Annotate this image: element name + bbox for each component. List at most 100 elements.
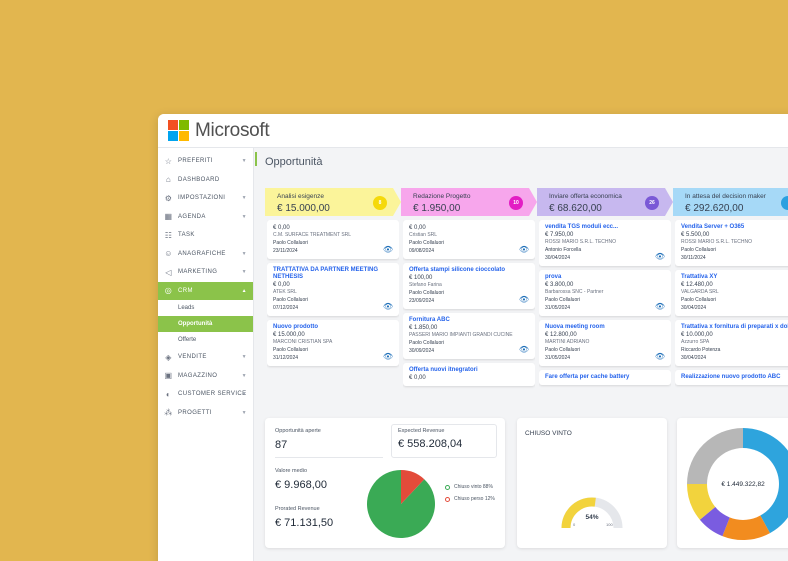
pipeline-stage[interactable]: Redazione Progetto € 1.950,00 10 — [401, 188, 529, 216]
sidebar-item-customer-service[interactable]: ◐ CUSTOMER SERVICE ▼ — [158, 385, 253, 404]
opportunity-card[interactable]: Offerta stampi silicone cioccolato € 100,… — [403, 263, 535, 309]
card-company[interactable]: Barbarossa SNC - Partner — [545, 289, 665, 296]
stage-count-badge — [781, 196, 788, 210]
pipeline-stage[interactable]: In attesa del decision maker € 292.620,00 — [673, 188, 788, 216]
card-title[interactable]: Offerta nuovi itnegratori — [409, 367, 529, 374]
chevron-down-icon: ▼ — [241, 372, 247, 379]
opportunity-card[interactable]: Trattativa XY € 12.480,00 VALGARDA SRL Paol… — [675, 270, 788, 316]
stage-column: € 0,00 C.M. SURFACE TREATMENT SRL Paolo Co… — [267, 220, 399, 440]
prorated-revenue-value: € 71.131,50 — [275, 517, 334, 529]
eye-icon[interactable]: 👁 — [383, 352, 393, 361]
card-company[interactable]: ATEK SRL — [273, 289, 393, 296]
eye-icon[interactable]: 👁 — [655, 302, 665, 311]
opportunity-card[interactable]: Realizzazione nuovo prodotto ABC — [675, 370, 788, 385]
opportunity-card[interactable]: € 0,00 C.M. SURFACE TREATMENT SRL Paolo Co… — [267, 220, 399, 259]
card-company[interactable]: Azzurro SPA — [681, 339, 788, 346]
card-company[interactable]: Cristian SRL — [409, 232, 529, 239]
sidebar-item-progetti[interactable]: ⁂ PROGETTI ▼ — [158, 404, 253, 423]
sidebar-item-anagrafiche[interactable]: ☺ ANAGRAFICHE ▼ — [158, 245, 253, 264]
sidebar-item-crm[interactable]: ◎ CRM ▲ — [158, 281, 253, 300]
eye-icon[interactable]: 👁 — [519, 345, 529, 354]
sidebar-subitem[interactable]: Offerte — [158, 332, 253, 348]
card-owner: Paolo Collaluori — [681, 247, 717, 253]
card-title[interactable]: Fornitura ABC — [409, 317, 529, 324]
eye-icon[interactable]: 👁 — [383, 245, 393, 254]
card-title[interactable]: Trattativa XY — [681, 274, 788, 281]
opportunity-card[interactable]: Offerta nuovi itnegratori € 0,00 — [403, 363, 535, 386]
card-date: 30/11/2024 — [681, 255, 706, 261]
eye-icon[interactable]: 👁 — [655, 352, 665, 361]
sidebar-item-marketing[interactable]: ◁ MARKETING ▼ — [158, 263, 253, 282]
card-value: € 0,00 — [273, 225, 290, 231]
open-opportunities-value: 87 — [275, 439, 288, 451]
sidebar-subitem[interactable]: Opportunità — [158, 316, 253, 332]
won-gauge-chart — [561, 497, 623, 529]
sidebar-item-preferiti[interactable]: ☆ PREFERITI ▼ — [158, 152, 253, 171]
card-date: 30/04/2024 — [681, 355, 707, 361]
card-company[interactable]: Stefano Farina — [409, 282, 529, 289]
card-company[interactable]: C.M. SURFACE TREATMENT SRL — [273, 232, 393, 239]
sidebar: ☆ PREFERITI ▼ ⌂ DASHBOARD ⚙ IMPOSTAZIONI ▼ ▦ AGEN… — [158, 148, 254, 561]
card-company[interactable]: MARTINI ADRIANO — [545, 339, 665, 346]
star-icon: ☆ — [164, 156, 173, 166]
eye-icon[interactable]: 👁 — [655, 252, 665, 261]
opportunity-card[interactable]: € 0,00 Cristian SRL Paolo Collaluori 09/08/… — [403, 220, 535, 259]
sidebar-item-label: AGENDA — [178, 213, 206, 220]
pipeline-stage[interactable]: Analisi esigenze € 15.000,00 8 — [265, 188, 393, 216]
network-icon: ⁂ — [164, 408, 173, 418]
card-title[interactable]: Vendita Server + O365 — [681, 224, 788, 231]
opportunity-card[interactable]: Nuovo prodotto € 15.000,00 MARCONI CRISTIA… — [267, 320, 399, 366]
eye-icon[interactable]: 👁 — [519, 295, 529, 304]
stage-arrow-icon — [393, 188, 401, 216]
opportunity-card[interactable]: TRATTATIVA DA PARTNER MEETING NETHESIS € … — [267, 263, 399, 316]
main-content: Opportunità Analisi esigenze € 15.000,00 8… — [255, 148, 788, 561]
opportunity-card[interactable]: Vendita Server + O365 € 5.500,00 ROSSI MAR… — [675, 220, 788, 266]
card-value: € 7.950,00 — [545, 232, 574, 238]
pipeline-stage[interactable]: Inviare offerta economica € 68.620,00 26 — [537, 188, 665, 216]
sidebar-item-impostazioni[interactable]: ⚙ IMPOSTAZIONI ▼ — [158, 189, 253, 208]
tag-icon: ◈ — [165, 352, 172, 362]
card-company[interactable]: PASSERI MARIO IMPIANTI GRANDI CUCINE — [409, 332, 529, 339]
opportunity-card[interactable]: Fare offerta per cache battery — [539, 370, 671, 385]
card-owner: Paolo Collaluori — [409, 290, 445, 296]
eye-icon[interactable]: 👁 — [519, 245, 529, 254]
stage-amount: € 292.620,00 — [685, 203, 744, 214]
opportunity-card[interactable]: prova € 3.800,00 Barbarossa SNC - Partner P… — [539, 270, 671, 316]
sidebar-item-agenda[interactable]: ▦ AGENDA ▼ — [158, 208, 253, 227]
card-owner: Riccardo Potenza — [681, 347, 721, 353]
opportunity-card[interactable]: vendita TGS moduli ecc... € 7.950,00 ROSSI… — [539, 220, 671, 266]
eye-icon[interactable]: 👁 — [383, 302, 393, 311]
card-title[interactable]: Fare offerta per cache battery — [545, 374, 665, 381]
card-company[interactable]: MARCONI CRISTIAN SPA — [273, 339, 393, 346]
opportunity-card[interactable]: Nuova meeting room € 12.800,00 MARTINI ADR… — [539, 320, 671, 366]
chevron-down-icon: ▼ — [241, 354, 247, 361]
sidebar-item-task[interactable]: ☷ TASK — [158, 226, 253, 245]
card-title[interactable]: prova — [545, 274, 665, 281]
sidebar-item-label: VENDITE — [178, 354, 207, 361]
sidebar-item-dashboard[interactable]: ⌂ DASHBOARD — [158, 171, 253, 190]
sidebar-item-vendite[interactable]: ◈ VENDITE ▼ — [158, 348, 253, 367]
card-title[interactable]: Realizzazione nuovo prodotto ABC — [681, 374, 788, 381]
card-company[interactable]: ROSSI MARIO S.R.L. TECHNO — [681, 239, 788, 246]
sidebar-item-label: ANAGRAFICHE — [178, 250, 226, 257]
card-date: 31/12/2024 — [273, 355, 299, 361]
card-company[interactable]: VALGARDA SRL — [681, 289, 788, 296]
card-title[interactable]: Trattativa x fornitura di preparati x do… — [681, 324, 788, 331]
card-title[interactable]: TRATTATIVA DA PARTNER MEETING NETHESIS — [273, 267, 393, 281]
sidebar-item-label: TASK — [178, 232, 195, 239]
expected-revenue-box: Expected Revenue € 558.208,04 — [391, 424, 497, 458]
card-value: € 100,00 — [409, 275, 433, 281]
card-title[interactable]: vendita TGS moduli ecc... — [545, 224, 665, 231]
home-icon: ⌂ — [165, 175, 172, 185]
stage-arrow-icon — [665, 188, 673, 216]
card-company[interactable]: ROSSI MARIO S.R.L. TECHNO — [545, 239, 665, 246]
stage-column: vendita TGS moduli ecc... € 7.950,00 ROSSI… — [539, 220, 671, 440]
card-title[interactable]: Offerta stampi silicone cioccolato — [409, 267, 529, 274]
sidebar-item-magazzino[interactable]: ▣ MAGAZZINO ▼ — [158, 367, 253, 386]
sidebar-subitem[interactable]: Leads — [158, 300, 253, 316]
card-title[interactable]: Nuova meeting room — [545, 324, 665, 331]
stage-column: € 0,00 Cristian SRL Paolo Collaluori 09/08/… — [403, 220, 535, 440]
card-title[interactable]: Nuovo prodotto — [273, 324, 393, 331]
opportunity-card[interactable]: Trattativa x fornitura di preparati x do… — [675, 320, 788, 366]
opportunity-card[interactable]: Fornitura ABC € 1.850,00 PASSERI MARIO IMP… — [403, 313, 535, 359]
